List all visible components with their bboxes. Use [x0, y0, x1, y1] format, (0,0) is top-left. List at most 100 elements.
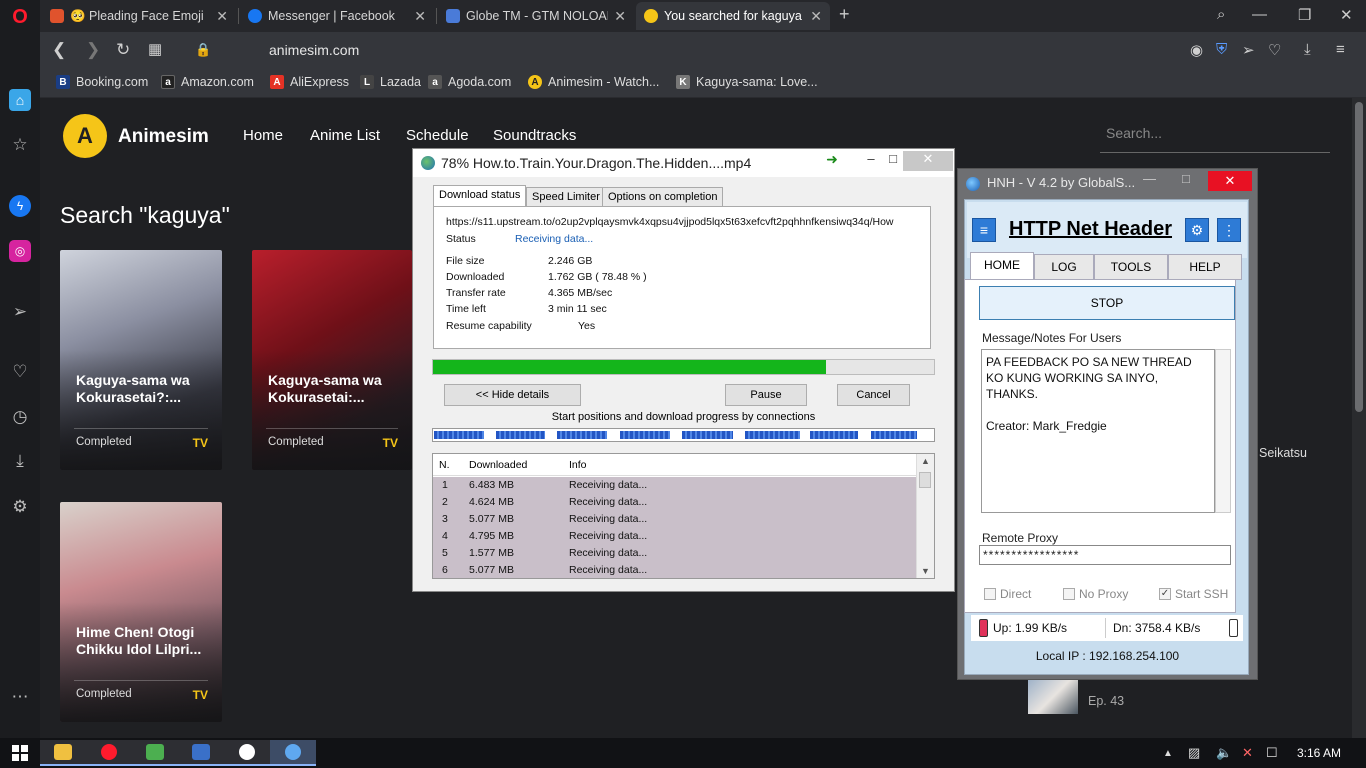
settings-icon[interactable]: ⚙: [9, 496, 31, 518]
direct-checkbox[interactable]: Direct: [984, 587, 1031, 601]
hnh-maximize-icon[interactable]: □: [1182, 171, 1190, 186]
hnh-close-icon[interactable]: ✕: [1208, 171, 1252, 191]
page-scrollbar[interactable]: [1352, 98, 1366, 738]
nav-schedule[interactable]: Schedule: [406, 127, 469, 144]
hnh-minimize-icon[interactable]: —: [1143, 171, 1156, 186]
bookmark-kaguya[interactable]: K Kaguya-sama: Love...: [676, 75, 818, 89]
stop-button[interactable]: STOP: [979, 286, 1235, 320]
show-hidden-icons-icon[interactable]: ▲: [1163, 748, 1173, 759]
tab-animesim[interactable]: You searched for kaguya - / ✕: [636, 2, 830, 30]
remote-proxy-input[interactable]: *****************: [979, 545, 1231, 565]
tabs-grid-icon[interactable]: ▦: [148, 40, 162, 58]
tab-home[interactable]: HOME: [970, 252, 1034, 280]
hnh-taskbar-icon[interactable]: [270, 740, 316, 766]
search-tabs-icon[interactable]: ⌕: [1217, 6, 1225, 23]
send-page-icon[interactable]: ➢: [1242, 41, 1255, 59]
instagram-icon[interactable]: ◎: [9, 240, 31, 262]
download-icon[interactable]: ⤓: [9, 450, 31, 472]
notes-textarea[interactable]: PA FEEDBACK PO SA NEW THREAD KO KUNG WOR…: [981, 349, 1215, 513]
nav-anime-list[interactable]: Anime List: [310, 127, 380, 144]
no-proxy-checkbox[interactable]: No Proxy: [1063, 587, 1128, 601]
sidebar-anime-title[interactable]: Seikatsu: [1259, 446, 1307, 460]
maps-app-icon[interactable]: [132, 740, 178, 766]
idm-titlebar[interactable]: 78% How.to.Train.Your.Dragon.The.Hidden.…: [413, 149, 954, 177]
tab-options-on-completion[interactable]: Options on completion: [602, 187, 724, 207]
arrow-icon[interactable]: ➜: [817, 151, 847, 171]
vpn-shield-icon[interactable]: ⛨: [1216, 41, 1227, 58]
bookmark-lazada[interactable]: L Lazada: [360, 75, 421, 89]
start-ssh-checkbox[interactable]: ✓ Start SSH: [1159, 587, 1228, 601]
more-icon[interactable]: ⋯: [9, 686, 31, 708]
table-row[interactable]: 2 4.624 MB Receiving data...: [433, 494, 916, 511]
settings-gear-icon[interactable]: ⚙: [1185, 218, 1209, 242]
pause-button[interactable]: Pause: [725, 384, 807, 406]
volume-icon[interactable]: 🔈: [1216, 745, 1232, 761]
anime-card[interactable]: Kaguya-sama wa Kokurasetai?:... Complete…: [60, 250, 222, 470]
messenger-icon[interactable]: ϟ: [9, 195, 31, 217]
minimize-icon[interactable]: —: [1252, 6, 1267, 23]
nav-home[interactable]: Home: [243, 127, 283, 144]
tab-speed-limiter[interactable]: Speed Limiter: [526, 187, 606, 207]
opera-logo-icon[interactable]: O: [9, 6, 31, 28]
cancel-button[interactable]: Cancel: [837, 384, 910, 406]
new-tab-icon[interactable]: +: [839, 4, 850, 25]
close-window-icon[interactable]: ✕: [1340, 6, 1353, 24]
hamburger-menu-icon[interactable]: ≡: [972, 218, 996, 242]
hide-details-button[interactable]: << Hide details: [444, 384, 581, 406]
bookmark-animesim[interactable]: A Animesim - Watch...: [528, 75, 659, 89]
downloads-icon[interactable]: ⤓: [1304, 41, 1311, 58]
table-scrollbar[interactable]: ▲ ▼: [916, 454, 934, 578]
close-tab-icon[interactable]: ✕: [414, 8, 426, 25]
opera-taskbar-icon[interactable]: [86, 740, 132, 766]
reload-icon[interactable]: ↻: [116, 40, 130, 60]
restore-icon[interactable]: ❐: [1298, 6, 1311, 24]
episode-label[interactable]: Ep. 43: [1088, 694, 1124, 708]
tab-messenger[interactable]: Messenger | Facebook ✕: [240, 2, 434, 30]
camera-icon[interactable]: ◉: [1190, 41, 1203, 59]
table-row[interactable]: 6 5.077 MB Receiving data...: [433, 562, 916, 578]
animesim-logo-icon[interactable]: A: [63, 114, 107, 158]
tab-tools[interactable]: TOOLS: [1094, 254, 1168, 280]
table-row[interactable]: 3 5.077 MB Receiving data...: [433, 511, 916, 528]
bookmark-amazon[interactable]: a Amazon.com: [161, 75, 254, 89]
bookmark-aliexpress[interactable]: A AliExpress: [270, 75, 349, 89]
bookmark-heart-icon[interactable]: ♡: [1268, 41, 1281, 59]
tab-log[interactable]: LOG: [1034, 254, 1094, 280]
menu-icon[interactable]: ≡: [1336, 41, 1345, 58]
idm-taskbar-icon[interactable]: [178, 740, 224, 766]
tray-app-icon[interactable]: ▨: [1188, 745, 1200, 761]
anime-card[interactable]: Kaguya-sama wa Kokurasetai:... Completed…: [252, 250, 412, 470]
heart-icon[interactable]: ♡: [9, 361, 31, 383]
windows-start-icon[interactable]: [0, 740, 40, 766]
site-search-input[interactable]: Search...: [1106, 125, 1162, 141]
connections-table[interactable]: N. Downloaded Info 1 6.483 MB Receiving da…: [432, 453, 935, 579]
table-row[interactable]: 5 1.577 MB Receiving data...: [433, 545, 916, 562]
back-icon[interactable]: ❮: [52, 40, 66, 60]
close-tab-icon[interactable]: ✕: [810, 8, 822, 25]
idm-close-icon[interactable]: ✕: [903, 151, 953, 171]
close-tab-icon[interactable]: ✕: [614, 8, 626, 25]
tab-help[interactable]: HELP: [1168, 254, 1242, 280]
bookmark-booking[interactable]: B Booking.com: [56, 75, 148, 89]
tab-globe[interactable]: Globe TM - GTM NOLOAD ✕: [438, 2, 634, 30]
tab-emoji[interactable]: 🥺 Pleading Face Emoji ✕: [42, 2, 236, 30]
speed-dial-icon[interactable]: ☆: [9, 134, 31, 156]
history-icon[interactable]: ◷: [9, 406, 31, 428]
table-row[interactable]: 4 4.795 MB Receiving data...: [433, 528, 916, 545]
nav-soundtracks[interactable]: Soundtracks: [493, 127, 576, 144]
notification-icon[interactable]: ☐: [1266, 745, 1278, 761]
anime-card[interactable]: Hime Chen! Otogi Chikku Idol Lilpri... C…: [60, 502, 222, 722]
tab-download-status[interactable]: Download status: [433, 185, 527, 207]
episode-thumbnail[interactable]: [1028, 680, 1078, 714]
url-field[interactable]: animesim.com: [269, 42, 359, 58]
close-tab-icon[interactable]: ✕: [216, 8, 228, 25]
file-explorer-icon[interactable]: [40, 740, 86, 766]
notes-scrollbar[interactable]: [1215, 349, 1231, 513]
app-taskbar-icon[interactable]: [224, 740, 270, 766]
table-row[interactable]: 1 6.483 MB Receiving data...: [433, 477, 916, 494]
bookmark-agoda[interactable]: a Agoda.com: [428, 75, 511, 89]
network-error-icon[interactable]: ✕: [1242, 745, 1253, 761]
send-icon[interactable]: ➢: [9, 301, 31, 323]
site-brand[interactable]: Animesim: [118, 126, 209, 148]
more-vertical-icon[interactable]: ⋮: [1217, 218, 1241, 242]
